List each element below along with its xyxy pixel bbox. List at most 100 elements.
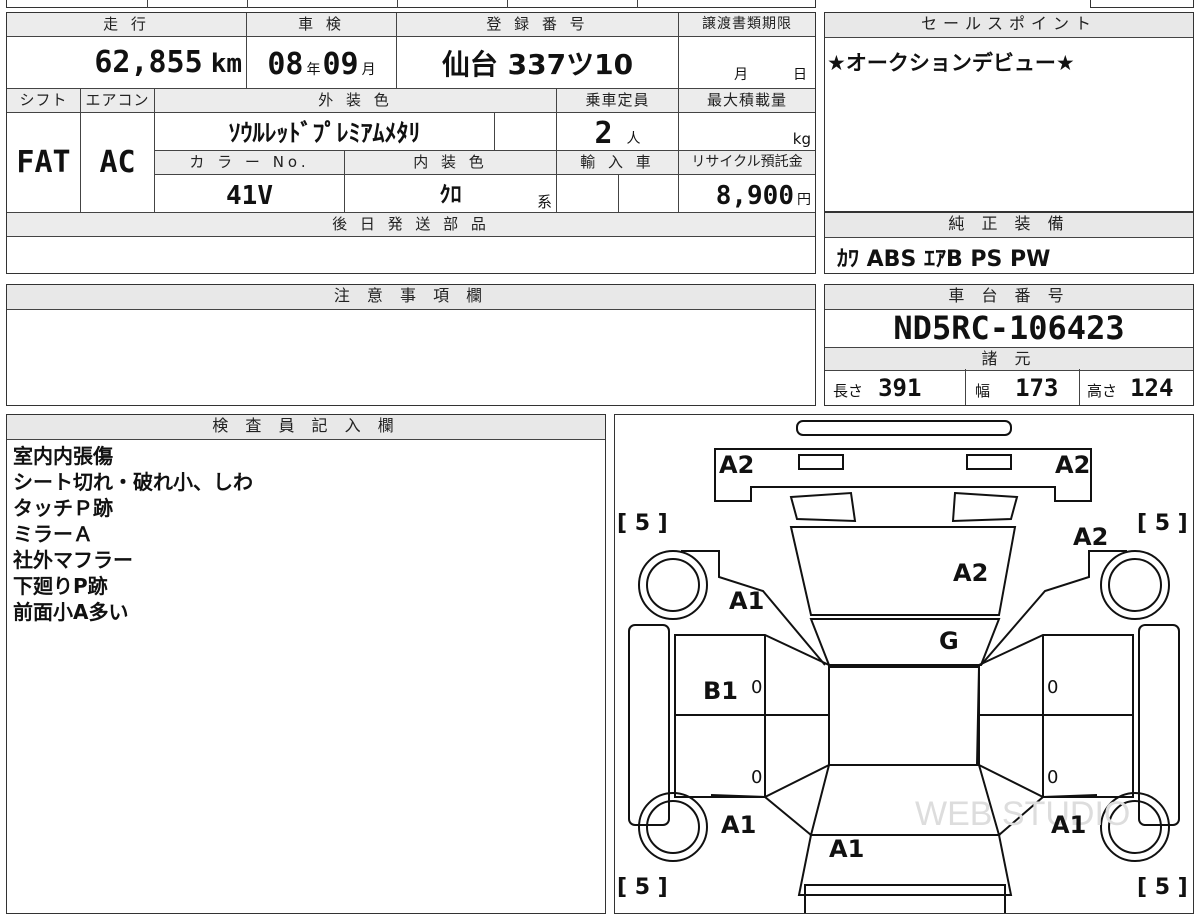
inspector-note: ミラーＡ <box>13 522 93 546</box>
inspection-month-unit: 月 <box>361 62 376 78</box>
damage-left-rear: A1 <box>721 811 757 839</box>
transfer-deadline-label: 譲渡書類期限 <box>679 13 815 37</box>
capacity-label: 乗車定員 <box>557 89 679 113</box>
door-zero-value: 0 <box>751 767 763 788</box>
transfer-deadline-cell: 月 日 <box>679 37 815 89</box>
later-parts-cell <box>7 237 815 273</box>
shift-value: FAT <box>16 145 71 180</box>
tire-front-right: [ 5 ] <box>1137 511 1188 536</box>
equipment-box: 純 正 装 備 ｶﾜ ABS ｴｱB PS PW <box>824 212 1194 274</box>
sales-point-text: ★オークションデビュー★ <box>827 51 1075 75</box>
height-label: 高さ <box>1087 382 1118 400</box>
equipment-label: 純 正 装 備 <box>825 213 1193 238</box>
tire-rear-left: [ 5 ] <box>617 875 668 900</box>
color-no-label: カ ラ ー No. <box>155 151 345 175</box>
door-zero-value: 0 <box>1047 677 1059 698</box>
ac-value: AC <box>99 145 136 180</box>
inspector-notes: 室内内張傷 シート切れ・破れ小、しわ タッチＰ跡 ミラーＡ 社外マフラー 下廻り… <box>13 443 253 625</box>
chassis-value: ND5RC-106423 <box>893 309 1125 347</box>
damage-windshield: G <box>939 627 959 655</box>
specs-label: 諸 元 <box>825 347 1193 371</box>
width-cell: 幅 173 <box>975 371 1058 403</box>
mileage-value: 62,855 <box>94 45 203 80</box>
damage-right-rear: A1 <box>1051 811 1087 839</box>
interior-color-unit: 系 <box>536 193 552 211</box>
recycle-cell: 8,900 円 <box>679 175 815 213</box>
exterior-color-label: 外 装 色 <box>155 89 557 113</box>
top-strip <box>6 0 816 8</box>
import-cell-a <box>557 175 619 213</box>
watermark: WEB STUDIO <box>915 795 1130 833</box>
inspector-note: 下廻りP跡 <box>13 574 108 598</box>
car-damage-diagram: WEB STUDIO <box>628 420 1180 913</box>
inspection-year: 08 <box>267 47 304 82</box>
height-cell: 高さ 124 <box>1087 371 1173 403</box>
width-label: 幅 <box>975 382 991 400</box>
capacity-cell: 2人 <box>557 113 679 151</box>
sales-point-box: セールスポイント ★オークションデビュー★ <box>824 12 1194 212</box>
registration-cell: 仙台 337ツ10 <box>397 37 679 89</box>
damage-diagram-box: WEB STUDIO A2 A2 A2 A2 A1 G B1 A1 A1 A1 … <box>614 414 1194 914</box>
import-label: 輸 入 車 <box>557 151 679 175</box>
registration-label: 登 録 番 号 <box>397 13 679 37</box>
damage-front-right: A2 <box>1055 451 1091 479</box>
exterior-extra-cell <box>495 113 557 151</box>
transfer-day-unit: 日 <box>793 67 807 83</box>
damage-left-front-door: B1 <box>703 677 738 705</box>
damage-rear-center: A1 <box>829 835 865 863</box>
width-value: 173 <box>1015 374 1059 402</box>
color-no-cell: 41V <box>155 175 345 213</box>
notes-box: 注 意 事 項 欄 <box>6 284 816 406</box>
capacity-value: 2 <box>594 116 613 151</box>
height-value: 124 <box>1130 374 1174 402</box>
length-label: 長さ <box>833 382 864 400</box>
chassis-box: 車 台 番 号 ND5RC-106423 諸 元 長さ 391 幅 173 高さ… <box>824 284 1194 406</box>
inspector-note: 社外マフラー <box>13 548 133 572</box>
mileage-label: 走 行 <box>7 13 247 37</box>
interior-color-label: 内 装 色 <box>345 151 557 175</box>
exterior-color-value: ｿｳﾙﾚｯﾄﾞﾌﾟﾚﾐｱﾑﾒﾀﾘ <box>228 119 421 147</box>
inspector-note: 室内内張傷 <box>13 444 113 468</box>
ac-label: エアコン <box>81 89 155 113</box>
inspection-month: 09 <box>322 47 359 82</box>
notes-label: 注 意 事 項 欄 <box>7 285 815 310</box>
shift-label: シフト <box>7 89 81 113</box>
length-cell: 長さ 391 <box>833 371 921 403</box>
inspection-cell: 08 年09 月 <box>247 37 397 89</box>
damage-hood: A2 <box>953 559 989 587</box>
recycle-unit: 円 <box>797 192 811 208</box>
max-load-cell: kg <box>679 113 815 151</box>
inspection-year-unit: 年 <box>306 62 321 78</box>
inspector-note: タッチＰ跡 <box>13 496 113 520</box>
tire-rear-right: [ 5 ] <box>1137 875 1188 900</box>
capacity-unit: 人 <box>626 131 641 147</box>
door-zero-value: 0 <box>1047 767 1059 788</box>
damage-front-left: A2 <box>719 451 755 479</box>
interior-color-value: ｸﾛ <box>439 183 462 208</box>
recycle-label: リサイクル預託金 <box>679 151 815 175</box>
shift-cell: FAT <box>7 113 81 213</box>
equipment-value: ｶﾜ ABS ｴｱB PS PW <box>837 247 1051 272</box>
later-parts-label: 後 日 発 送 部 品 <box>7 213 815 237</box>
door-zero-value: 0 <box>751 677 763 698</box>
recycle-value: 8,900 <box>715 181 794 211</box>
max-load-unit: kg <box>792 130 811 148</box>
inspector-label: 検 査 員 記 入 欄 <box>7 415 605 440</box>
length-value: 391 <box>878 374 922 402</box>
exterior-color-cell: ｿｳﾙﾚｯﾄﾞﾌﾟﾚﾐｱﾑﾒﾀﾘ <box>155 113 495 151</box>
color-no-value: 41V <box>226 181 273 211</box>
vehicle-info-table: 走 行 車 検 登 録 番 号 譲渡書類期限 62,855 km 08 年09 月 仙… <box>6 12 816 274</box>
inspector-note: シート切れ・破れ小、しわ <box>13 470 253 494</box>
inspector-box: 検 査 員 記 入 欄 室内内張傷 シート切れ・破れ小、しわ タッチＰ跡 ミラー… <box>6 414 606 914</box>
tire-front-left: [ 5 ] <box>617 511 668 536</box>
transfer-month-unit: 月 <box>734 67 748 83</box>
chassis-label: 車 台 番 号 <box>825 285 1193 310</box>
inspection-label: 車 検 <box>247 13 397 37</box>
damage-left-front-fender: A1 <box>729 587 765 615</box>
mileage-unit: km <box>210 49 242 79</box>
inspector-note: 前面小A多い <box>13 600 129 624</box>
top-strip-right <box>1090 0 1194 8</box>
import-cell-b <box>619 175 679 213</box>
max-load-label: 最大積載量 <box>679 89 815 113</box>
registration-value: 仙台 337ツ10 <box>441 48 634 81</box>
